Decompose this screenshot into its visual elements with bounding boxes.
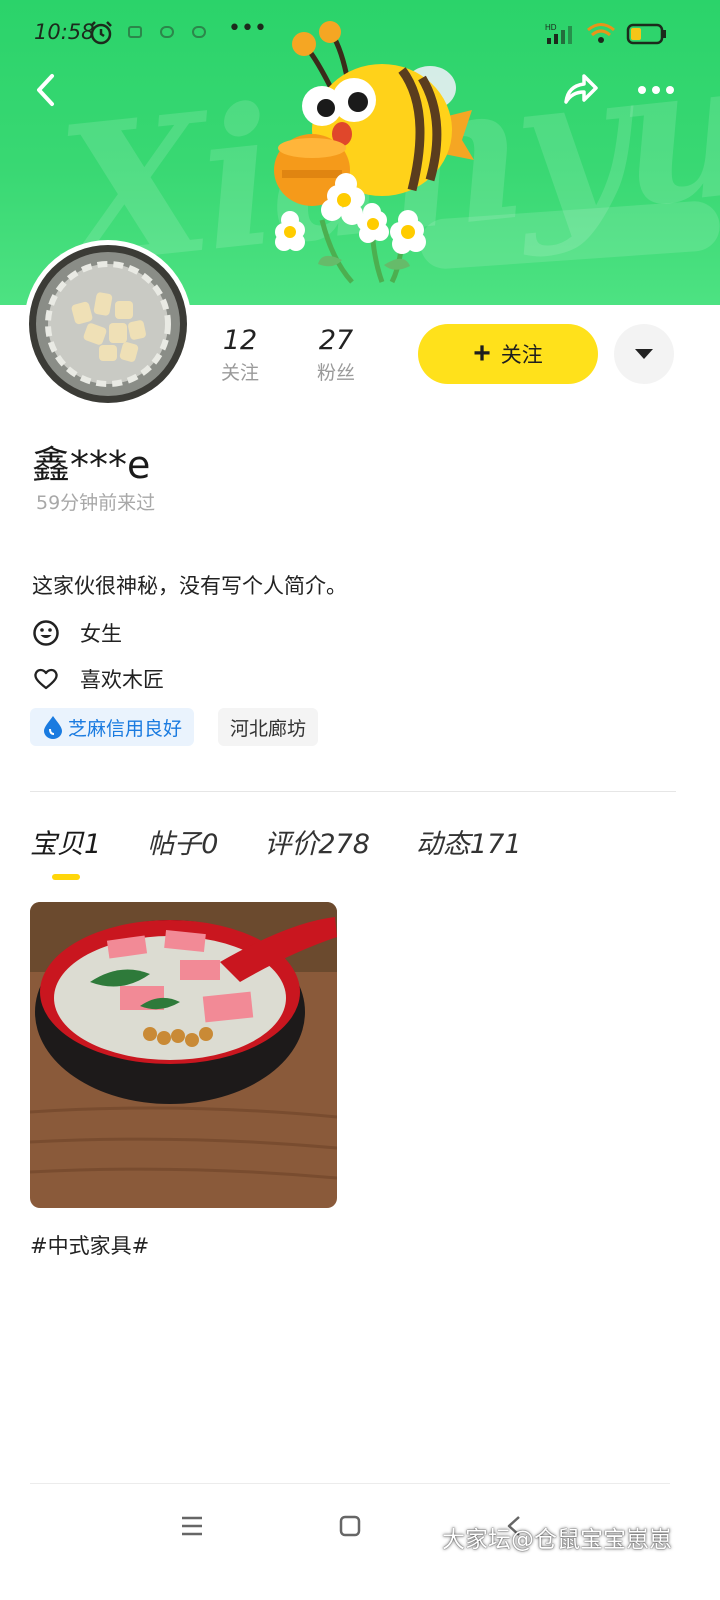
- last-seen: 59分钟前来过: [36, 492, 156, 514]
- more-notifications-icon: •••: [228, 16, 267, 41]
- section-divider: [30, 791, 676, 792]
- signal-icon: HD: [545, 23, 572, 44]
- followers-label: 粉丝: [316, 362, 355, 384]
- gender-row: 女生: [32, 618, 122, 648]
- following-stat[interactable]: 12 关注: [216, 325, 264, 387]
- tab-activity-label: 动态: [415, 829, 470, 860]
- tab-reviews-label: 评价: [264, 829, 319, 860]
- tab-posts-label: 帖子: [147, 829, 202, 860]
- tab-reviews-count: 278: [318, 829, 370, 860]
- notification-icon: [160, 26, 174, 38]
- notification-icon: [128, 26, 142, 38]
- plus-icon: +: [473, 337, 491, 370]
- wifi-icon: [587, 23, 615, 43]
- active-tab-indicator: [52, 874, 80, 880]
- nav-divider: [30, 1483, 670, 1484]
- profile-options-button[interactable]: [614, 324, 674, 384]
- follow-button[interactable]: + 关注: [418, 324, 598, 384]
- likes-row: 喜欢木匠: [32, 664, 164, 694]
- heart-icon: [32, 665, 60, 693]
- tab-posts-count: 0: [201, 829, 219, 860]
- tab-activity[interactable]: 动态171: [416, 822, 522, 861]
- system-home-button[interactable]: [330, 1508, 370, 1544]
- caret-down-icon: [635, 349, 653, 359]
- notification-icon: [192, 26, 206, 38]
- bio: 这家伙很神秘，没有写个人简介。: [32, 574, 347, 598]
- tab-items-count: 1: [84, 829, 102, 860]
- share-button[interactable]: [556, 66, 604, 114]
- more-dots-icon: [638, 86, 674, 94]
- share-icon: [564, 74, 598, 104]
- profile-tabs: 宝贝1 帖子0 评价278 动态171: [30, 822, 567, 861]
- status-time: 10:58: [34, 20, 95, 44]
- battery-icon: [626, 23, 666, 45]
- item-caption: #中式家具#: [30, 1234, 150, 1258]
- tab-posts[interactable]: 帖子0: [147, 822, 218, 861]
- follow-button-label: 关注: [500, 344, 543, 367]
- item-card[interactable]: [30, 902, 337, 1208]
- gender-text: 女生: [80, 622, 122, 646]
- chevron-left-icon: [37, 74, 54, 106]
- back-button[interactable]: [22, 66, 70, 114]
- tab-items-label: 宝贝: [30, 829, 84, 860]
- smiley-icon: [32, 619, 60, 647]
- followers-stat[interactable]: 27 粉丝: [310, 325, 362, 387]
- tab-activity-count: 171: [469, 829, 522, 860]
- avatar-image: [29, 245, 187, 403]
- credit-tag-label: 芝麻信用良好: [68, 717, 183, 740]
- home-square-icon: [339, 1515, 361, 1537]
- credit-tag[interactable]: 芝麻信用良好: [30, 708, 195, 746]
- more-menu-button[interactable]: [632, 66, 680, 114]
- likes-text: 喜欢木匠: [80, 668, 164, 692]
- location-tag-label: 河北廊坊: [230, 717, 307, 740]
- forum-watermark: 大家坛@仓鼠宝宝崽崽: [442, 1527, 672, 1553]
- avatar[interactable]: [24, 240, 192, 408]
- location-tag: 河北廊坊: [218, 708, 319, 746]
- tab-reviews[interactable]: 评价278: [264, 822, 370, 861]
- followers-count: 27: [318, 325, 354, 356]
- menu-icon: [182, 1516, 202, 1536]
- username: 鑫***e: [32, 443, 151, 487]
- water-drop-icon: [44, 716, 62, 739]
- tab-items[interactable]: 宝贝1: [30, 822, 101, 861]
- system-menu-button[interactable]: [172, 1508, 212, 1544]
- following-label: 关注: [220, 362, 259, 384]
- item-image: [30, 902, 337, 1208]
- following-count: 12: [222, 325, 258, 356]
- svg-text:HD: HD: [545, 23, 557, 32]
- alarm-icon: [90, 21, 112, 45]
- status-bar: 10:58 ••• HD: [0, 0, 720, 64]
